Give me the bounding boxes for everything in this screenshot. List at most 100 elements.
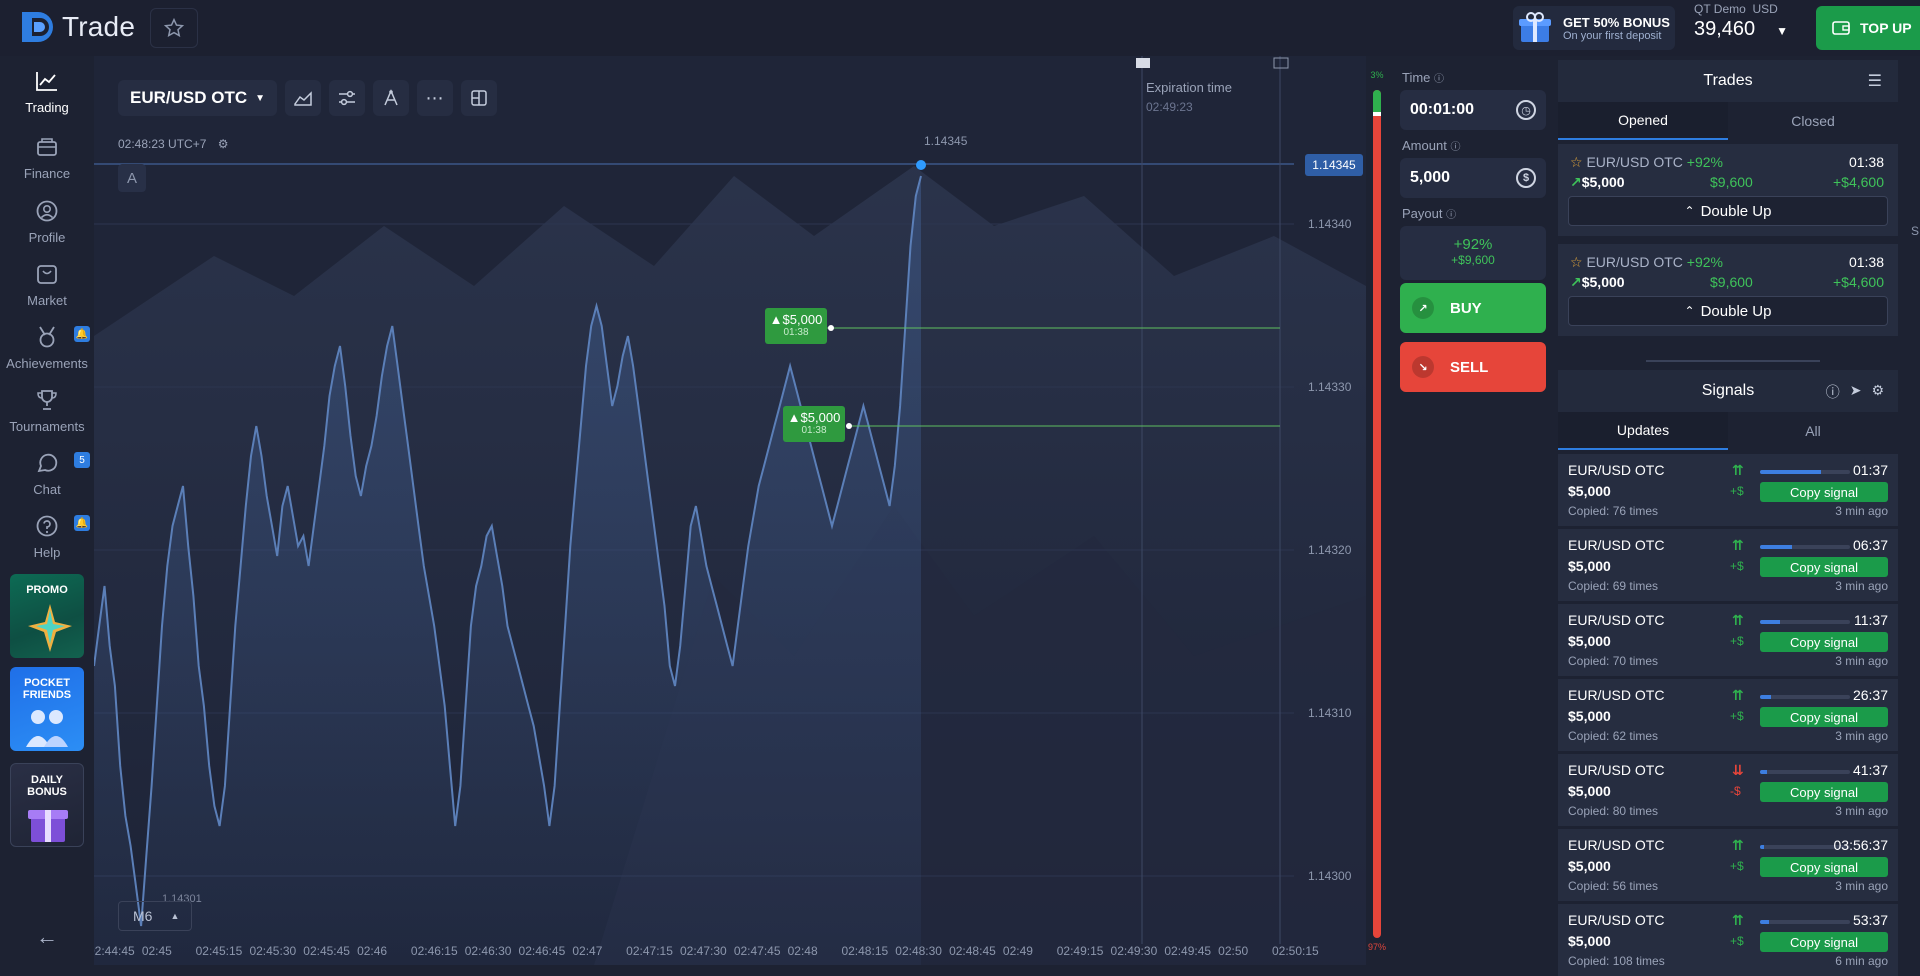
amount-label-text: Amount [1402, 138, 1447, 153]
drawings-button[interactable] [373, 80, 410, 116]
timeframe-selector[interactable]: M6 ▲ [118, 901, 192, 931]
auto-scale-button[interactable]: A [118, 164, 146, 192]
caret-down-icon: ▼ [1776, 24, 1788, 38]
star-icon[interactable]: ☆ [1570, 154, 1583, 170]
account-selector[interactable]: QT Demo USD 39,460 ▼ [1694, 2, 1802, 52]
time-tick-label: 02:45:15 [195, 944, 243, 958]
tab-closed[interactable]: Closed [1728, 102, 1898, 140]
panel-divider [1646, 360, 1820, 362]
promo-card[interactable]: PROMO [10, 574, 84, 658]
sell-button[interactable]: ↘ SELL [1400, 342, 1546, 392]
copy-signal-button[interactable]: Copy signal [1760, 857, 1888, 877]
signal-progress [1760, 770, 1850, 774]
layout-button[interactable] [461, 80, 498, 116]
signals-title: Signals [1701, 382, 1755, 399]
buy-button[interactable]: ↗ BUY [1400, 283, 1546, 333]
asset-selector[interactable]: EUR/USD OTC ▼ [118, 80, 278, 116]
nav-tournaments[interactable]: Tournaments [0, 387, 94, 443]
signal-progress-fill [1760, 620, 1780, 624]
dollar-icon[interactable]: $ [1516, 168, 1536, 188]
sell-label: SELL [1450, 358, 1489, 376]
signal-row[interactable]: EUR/USD OTC $5,000 Copied: 62 times ⇈ +$ 26:3… [1558, 679, 1898, 751]
payout-label-text: Payout [1402, 206, 1443, 221]
trade-pair: EUR/USD OTC [1586, 254, 1683, 270]
help-icon[interactable]: ⓘ [1446, 210, 1456, 221]
trade-marker[interactable]: ▲$5,000 01:38 [783, 406, 845, 442]
tab-updates[interactable]: Updates [1558, 412, 1728, 450]
trade-marker-time: 01:38 [801, 425, 827, 436]
gear-icon[interactable]: ⚙ [218, 137, 229, 151]
signal-progress-fill [1760, 695, 1771, 699]
copy-signal-button[interactable]: Copy signal [1760, 632, 1888, 652]
pocket-friends-card[interactable]: POCKET FRIENDS [10, 667, 84, 751]
ellipsis-icon: ⋯ [425, 87, 445, 108]
notification-badge-icon: 🔔 [74, 515, 90, 531]
chart-canvas[interactable] [94, 56, 1366, 965]
signal-direction-value: +$ [1730, 859, 1744, 873]
trade-entry-dot [846, 423, 852, 429]
list-icon[interactable]: ☰ [1868, 71, 1882, 91]
amount-input[interactable]: 5,000 $ [1400, 158, 1546, 198]
time-tick-label: 02:49 [1002, 944, 1033, 958]
gear-icon[interactable]: ⚙ [1871, 382, 1884, 402]
copy-signal-button[interactable]: Copy signal [1760, 707, 1888, 727]
nav-trading[interactable]: Trading [0, 68, 94, 124]
signal-amount: $5,000 [1568, 933, 1611, 949]
app-logo[interactable]: Trade [20, 10, 135, 44]
more-button[interactable]: ⋯ [417, 80, 454, 116]
signal-row[interactable]: EUR/USD OTC $5,000 Copied: 70 times ⇈ +$ 11:3… [1558, 604, 1898, 676]
collapse-arrow-icon[interactable]: ← [36, 924, 58, 950]
time-input[interactable]: 00:01:00 ◷ [1400, 90, 1546, 130]
copy-signal-button[interactable]: Copy signal [1760, 482, 1888, 502]
nav-chat[interactable]: Chat 5 [0, 450, 94, 506]
signal-direction-value: +$ [1730, 484, 1744, 498]
favorites-button[interactable] [150, 8, 198, 48]
telegram-icon[interactable]: ➤ [1850, 382, 1862, 402]
open-trade-card[interactable]: ☆ EUR/USD OTC +92% 01:38 ↗$5,000 $9,600 … [1558, 144, 1898, 236]
open-trade-card[interactable]: ☆ EUR/USD OTC +92% 01:38 ↗$5,000 $9,600 … [1558, 244, 1898, 336]
deposit-bonus-banner[interactable]: GET 50% BONUS On your first deposit [1513, 6, 1675, 50]
copy-signal-button[interactable]: Copy signal [1760, 557, 1888, 577]
signal-pair: EUR/USD OTC [1568, 912, 1665, 928]
logo-icon [20, 10, 58, 44]
copy-signal-button[interactable]: Copy signal [1760, 932, 1888, 952]
trade-marker[interactable]: ▲$5,000 01:38 [765, 308, 827, 344]
top-up-button[interactable]: TOP UP [1816, 6, 1920, 50]
chart-toolbar: EUR/USD OTC ▼ ⋯ [118, 80, 498, 116]
tab-all[interactable]: All [1728, 412, 1898, 450]
help-icon[interactable]: ⓘ [1450, 142, 1460, 153]
price-chart[interactable]: EUR/USD OTC ▼ ⋯ 02:48:23 UTC+7 ⚙ A Expira… [94, 56, 1366, 965]
layout-grid-icon [471, 90, 487, 106]
help-icon[interactable]: ⓘ [1434, 74, 1444, 85]
chevrons-up-icon: ⌃ [1684, 304, 1695, 318]
signal-row[interactable]: EUR/USD OTC $5,000 Copied: 56 times ⇈ +$ 03:5… [1558, 829, 1898, 901]
nav-help[interactable]: Help 🔔 [0, 513, 94, 569]
double-up-button[interactable]: ⌃ Double Up [1568, 196, 1888, 226]
signal-progress-fill [1760, 770, 1768, 774]
signals-tabs: Updates All [1558, 412, 1898, 450]
star-icon[interactable]: ☆ [1570, 254, 1583, 270]
double-up-button[interactable]: ⌃ Double Up [1568, 296, 1888, 326]
nav-achievements[interactable]: Achievements 🔔 [0, 324, 94, 380]
signal-row[interactable]: EUR/USD OTC $5,000 Copied: 69 times ⇈ +$ 06:3… [1558, 529, 1898, 601]
nav-label: Tournaments [9, 419, 85, 434]
signal-row[interactable]: EUR/USD OTC $5,000 Copied: 76 times ⇈ +$ 01:3… [1558, 454, 1898, 526]
nav-profile[interactable]: Profile [0, 198, 94, 254]
signal-amount: $5,000 [1568, 483, 1611, 499]
sentiment-down: 97% [1367, 942, 1386, 952]
chart-type-button[interactable] [285, 80, 322, 116]
buy-label: BUY [1450, 299, 1482, 317]
tab-opened[interactable]: Opened [1558, 102, 1728, 140]
copy-signal-button[interactable]: Copy signal [1760, 782, 1888, 802]
sliders-icon [339, 90, 356, 106]
signal-row[interactable]: EUR/USD OTC $5,000 Copied: 80 times ⇊ -$ 41:3… [1558, 754, 1898, 826]
indicators-button[interactable] [329, 80, 366, 116]
signal-row[interactable]: EUR/USD OTC $5,000 Copied: 108 times ⇈ +$ 53:… [1558, 904, 1898, 976]
clock-icon[interactable]: ◷ [1516, 100, 1536, 120]
help-icon[interactable]: ⓘ [1826, 382, 1840, 402]
nav-finance[interactable]: Finance [0, 134, 94, 190]
daily-bonus-card[interactable]: DAILY BONUS [10, 763, 84, 847]
nav-market[interactable]: Market [0, 261, 94, 317]
price-tick-label: 1.14310 [1308, 706, 1352, 720]
nav-label: Chat [33, 482, 61, 497]
